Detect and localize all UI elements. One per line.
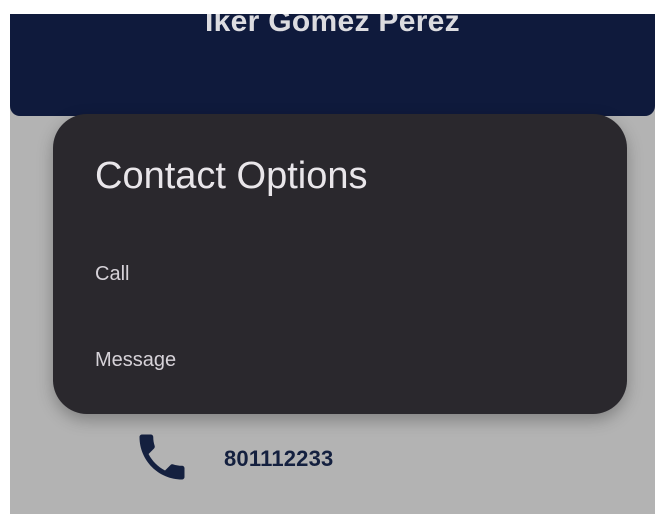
message-option[interactable]: Message [95,347,585,373]
contact-options-dialog: Contact Options Call Message [53,114,627,414]
dialog-title: Contact Options [95,155,368,197]
call-option[interactable]: Call [95,261,585,287]
